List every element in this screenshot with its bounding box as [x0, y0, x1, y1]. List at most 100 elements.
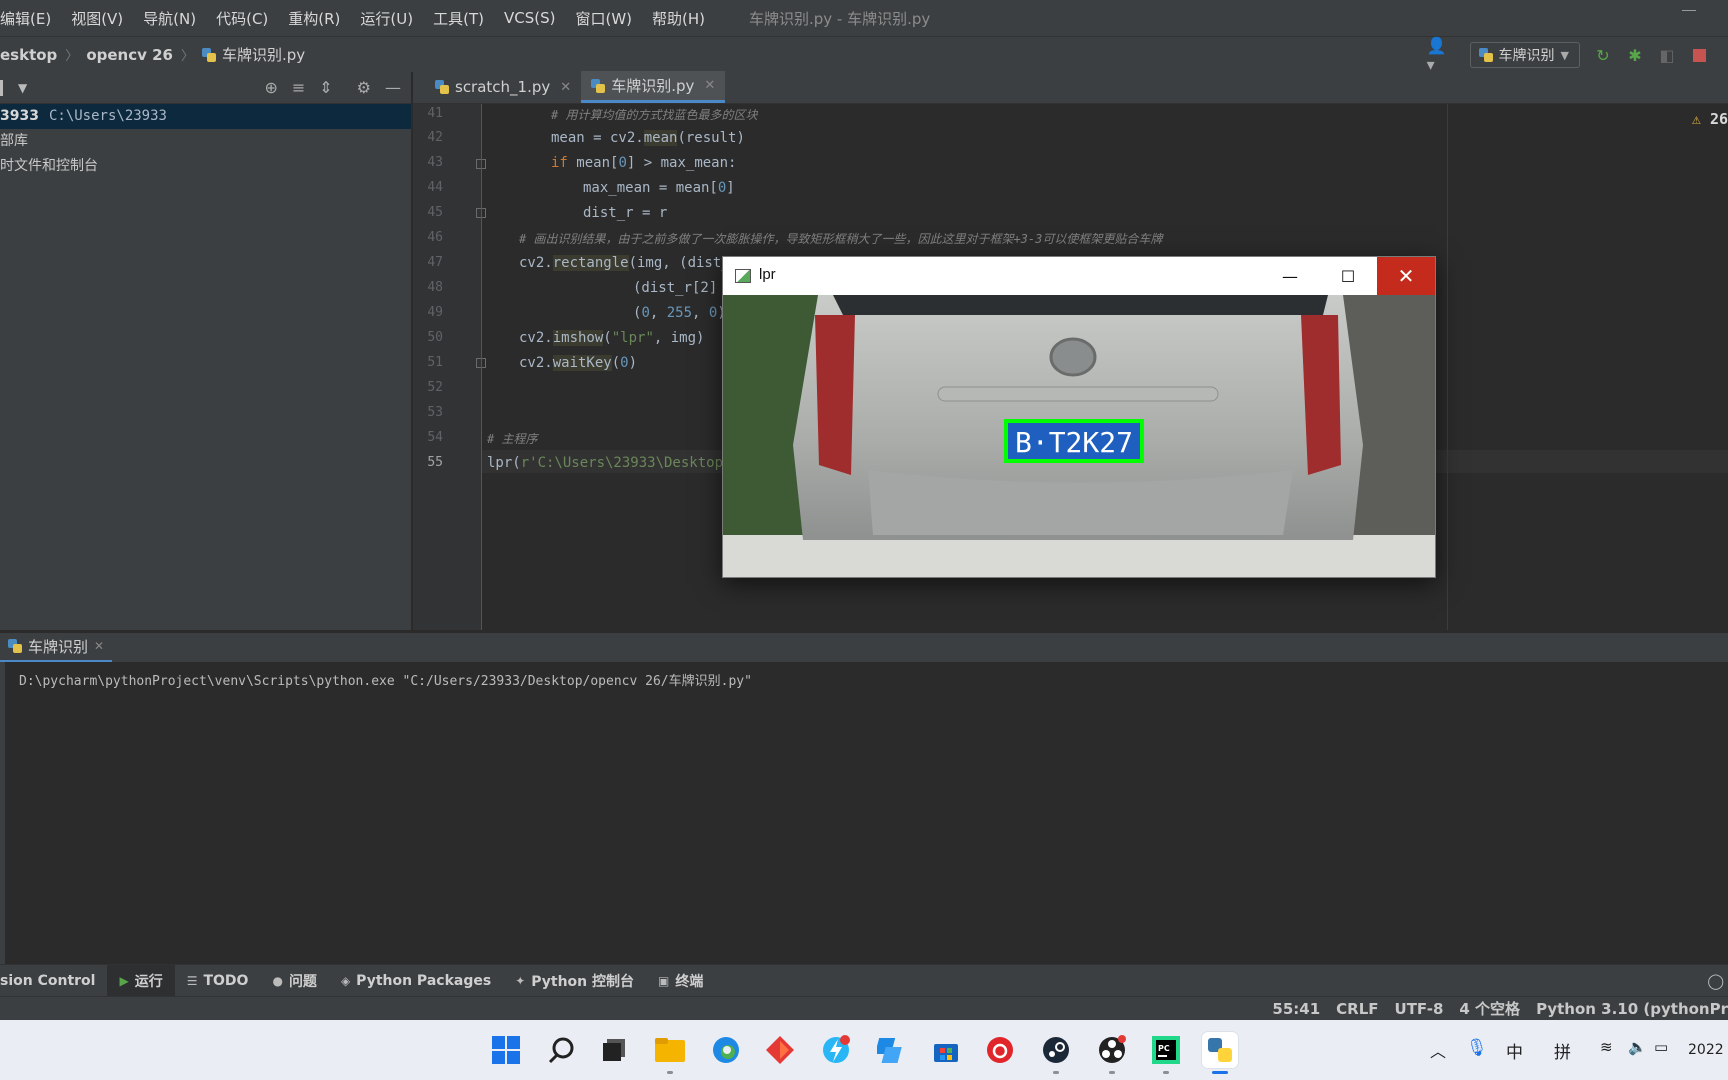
- menu-refactor[interactable]: 重构(R): [288, 8, 340, 29]
- code-line-54: # 主程序: [487, 432, 538, 446]
- menu-run[interactable]: 运行(U): [360, 8, 413, 29]
- tree-item-scratches[interactable]: 时文件和控制台: [0, 154, 411, 179]
- tree-item-external-libraries[interactable]: 部库: [0, 129, 411, 154]
- ime-language[interactable]: 中: [1506, 1038, 1523, 1063]
- tree-item-label: 时文件和控制台: [0, 158, 98, 174]
- tool-problems[interactable]: ● 问题: [260, 965, 328, 997]
- warning-icon: ⚠: [1691, 110, 1701, 128]
- line-number: 53: [427, 405, 443, 420]
- coverage-icon[interactable]: ◧: [1658, 46, 1676, 65]
- minimize-icon[interactable]: [1682, 10, 1696, 11]
- volume-icon[interactable]: 🔈: [1628, 1038, 1647, 1056]
- lpr-titlebar[interactable]: lpr — ☐ ✕: [723, 257, 1435, 295]
- task-view-icon[interactable]: [596, 1032, 632, 1068]
- obs-icon[interactable]: [1094, 1032, 1130, 1074]
- menu-tools[interactable]: 工具(T): [433, 8, 484, 29]
- run-tab[interactable]: 车牌识别 ✕: [0, 633, 113, 663]
- python-window-icon[interactable]: [1202, 1032, 1238, 1074]
- rerun-icon[interactable]: ↻: [1594, 46, 1612, 65]
- python-interpreter[interactable]: Python 3.10 (pythonPr: [1536, 1000, 1728, 1018]
- tab-lpr[interactable]: 车牌识别.py ✕: [581, 71, 726, 103]
- terminal-icon: ▣: [658, 973, 670, 988]
- lpr-image-window[interactable]: lpr — ☐ ✕ B·T2K27: [722, 256, 1436, 578]
- hide-icon[interactable]: —: [385, 78, 401, 97]
- clock[interactable]: 2022: [1688, 1042, 1724, 1058]
- store-icon[interactable]: [928, 1032, 964, 1068]
- battery-icon[interactable]: ▭: [1654, 1038, 1668, 1056]
- close-icon[interactable]: ✕: [560, 80, 571, 95]
- breadcrumb-file[interactable]: 车牌识别.py: [222, 44, 305, 65]
- warning-counter[interactable]: ⚠ 26: [1692, 110, 1728, 128]
- tree-item-label: 3933: [0, 108, 39, 124]
- breadcrumb-project[interactable]: opencv 26: [86, 46, 173, 64]
- lpr-window-title: lpr: [759, 266, 776, 283]
- menu-vcs[interactable]: VCS(S): [504, 9, 555, 27]
- run-command-output: D:\pycharm\pythonProject\venv\Scripts\py…: [19, 674, 752, 689]
- locate-icon[interactable]: ⊕: [264, 78, 277, 97]
- breadcrumb-desktop[interactable]: esktop: [0, 46, 57, 64]
- maximize-button[interactable]: ☐: [1319, 257, 1377, 295]
- line-number: 48: [427, 280, 443, 295]
- line-number: 55: [427, 455, 443, 470]
- edge-browser-icon[interactable]: [708, 1032, 744, 1068]
- pycharm-icon[interactable]: PC: [1148, 1032, 1184, 1074]
- app-blue-shapes-icon[interactable]: [874, 1032, 910, 1068]
- menu-code[interactable]: 代码(C): [216, 8, 268, 29]
- code-line-51: cv2.waitKey(0): [519, 355, 638, 371]
- file-encoding[interactable]: UTF-8: [1395, 1000, 1444, 1018]
- run-console[interactable]: D:\pycharm\pythonProject\venv\Scripts\py…: [0, 662, 1728, 964]
- microphone-icon[interactable]: 🎙: [1466, 1038, 1488, 1058]
- close-button[interactable]: ✕: [1377, 257, 1435, 295]
- file-explorer-icon[interactable]: [652, 1032, 688, 1074]
- gear-icon[interactable]: ⚙: [357, 78, 371, 97]
- tool-version-control[interactable]: sion Control: [0, 965, 107, 997]
- code-line-55: lpr(r'C:\Users\23933\Desktop\o: [487, 455, 740, 471]
- start-windows-icon[interactable]: [488, 1032, 524, 1068]
- tool-run[interactable]: ▶ 运行: [107, 964, 175, 997]
- tab-scratch[interactable]: scratch_1.py ✕: [425, 71, 581, 103]
- chevron-down-icon[interactable]: ▼: [18, 81, 27, 95]
- app-lightning-icon[interactable]: [818, 1032, 854, 1068]
- line-number: 51: [427, 355, 443, 370]
- user-icon[interactable]: 👤▾: [1427, 36, 1447, 74]
- line-separator[interactable]: CRLF: [1336, 1000, 1378, 1018]
- menu-view[interactable]: 视图(V): [71, 8, 123, 29]
- menu-window[interactable]: 窗口(W): [575, 8, 632, 29]
- minimize-button[interactable]: —: [1261, 257, 1319, 295]
- menu-navigate[interactable]: 导航(N): [143, 8, 196, 29]
- code-line-48: (dist_r[2] +: [633, 280, 735, 296]
- run-config-selector[interactable]: 车牌识别 ▼: [1469, 42, 1580, 68]
- tool-terminal[interactable]: ▣ 终端: [646, 965, 715, 997]
- debug-icon[interactable]: ✱: [1626, 46, 1644, 65]
- tool-todo[interactable]: ☰ TODO: [175, 965, 261, 997]
- cursor-position[interactable]: 55:41: [1272, 1000, 1320, 1018]
- expand-all-icon[interactable]: ≡: [292, 78, 305, 97]
- line-number: 43: [427, 155, 443, 170]
- indent-setting[interactable]: 4 个空格: [1459, 998, 1520, 1019]
- window-app-icon: [735, 269, 751, 283]
- windows-taskbar: PC ︿ 🎙 中 拼 ≋ 🔈 ▭ 2022: [0, 1020, 1728, 1080]
- line-number: 41: [427, 106, 443, 121]
- close-icon[interactable]: ✕: [704, 78, 715, 93]
- app-diamond-icon[interactable]: [762, 1032, 798, 1068]
- menu-help[interactable]: 帮助(H): [652, 8, 705, 29]
- tree-item-label: 部库: [0, 133, 28, 149]
- menu-edit[interactable]: 编辑(E): [0, 8, 51, 29]
- car-photo-illustration: B·T2K27: [723, 295, 1435, 577]
- search-icon[interactable]: [544, 1032, 580, 1068]
- netease-music-icon[interactable]: [982, 1032, 1018, 1068]
- tool-python-console[interactable]: ✦ Python 控制台: [503, 965, 646, 997]
- ime-mode[interactable]: 拼: [1554, 1038, 1571, 1063]
- tool-python-packages[interactable]: ◈ Python Packages: [329, 965, 503, 997]
- steam-icon[interactable]: [1038, 1032, 1074, 1074]
- collapse-all-icon[interactable]: ⇕: [319, 78, 332, 97]
- wifi-icon[interactable]: ≋: [1600, 1038, 1613, 1056]
- tree-item-project-root[interactable]: 3933 C:\Users\23933: [0, 104, 411, 129]
- chevron-up-icon[interactable]: ︿: [1430, 1038, 1446, 1062]
- stop-icon[interactable]: [1690, 46, 1708, 64]
- window-title: 车牌识别.py - 车牌识别.py: [749, 9, 931, 28]
- code-line-45: dist_r = r: [583, 205, 668, 221]
- close-icon[interactable]: ✕: [94, 639, 104, 653]
- search-icon[interactable]: ◯: [1707, 972, 1724, 990]
- chevron-down-icon: ▼: [1560, 48, 1569, 62]
